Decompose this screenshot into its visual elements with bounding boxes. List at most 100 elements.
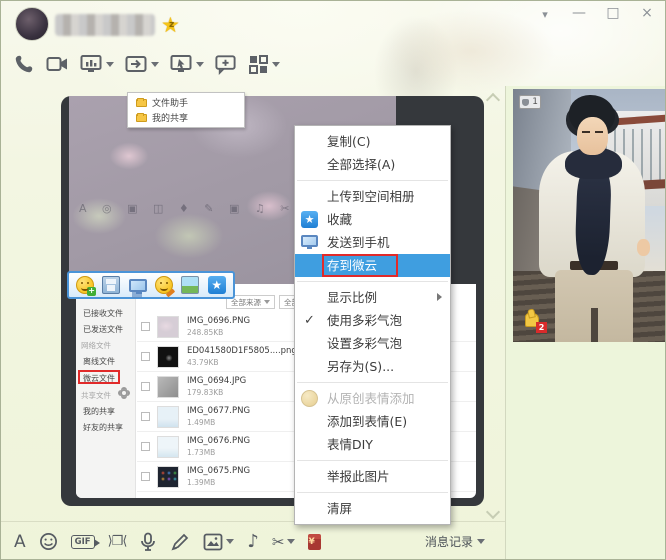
qq-show-character-image[interactable]: 1 2 xyxy=(513,89,665,342)
menu-separator xyxy=(297,180,448,181)
sidebar-header-share: 共享文件 xyxy=(81,391,111,400)
menu-item-save-as[interactable]: 另存为(S)... xyxy=(295,355,450,378)
like-count-badge: 2 xyxy=(536,322,547,333)
menu-item-copy[interactable]: 复制(C) xyxy=(295,130,450,153)
contact-name-censored xyxy=(55,14,155,36)
menu-item-report-image[interactable]: 举报此图片 xyxy=(295,465,450,488)
sidebar-item-offline: 离线文件 xyxy=(83,357,115,366)
file-thumbnail xyxy=(157,316,179,338)
menu-item-clear-screen[interactable]: 清屏 xyxy=(295,497,450,520)
file-thumbnail xyxy=(157,346,179,368)
send-to-phone-icon[interactable] xyxy=(128,279,147,294)
menu-item-use-colorful-bubble[interactable]: ✓ 使用多彩气泡 xyxy=(295,309,450,332)
vote-badge: 1 xyxy=(519,95,541,109)
history-dropdown xyxy=(477,539,485,544)
menu-item-select-all[interactable]: 全部选择(A) xyxy=(295,153,450,176)
file-name: IMG_0676.PNG xyxy=(187,436,251,446)
save-image-icon[interactable] xyxy=(102,276,121,294)
file-size: 1.39MB xyxy=(187,478,216,487)
menu-item-upload-qzone[interactable]: 上传到空间相册 xyxy=(295,185,450,208)
red-packet-icon[interactable]: ¥ xyxy=(308,533,322,550)
close-button[interactable]: × xyxy=(637,5,657,21)
contact-avatar[interactable] xyxy=(15,7,49,41)
screen-share-icon[interactable] xyxy=(79,53,114,75)
checkbox xyxy=(141,472,150,481)
file-size: 1.49MB xyxy=(187,418,216,427)
voice-message-icon[interactable] xyxy=(139,532,157,552)
scroll-down-icon[interactable] xyxy=(485,504,501,520)
screen-share-dropdown[interactable] xyxy=(106,61,114,67)
maximize-button[interactable]: □ xyxy=(603,5,623,21)
menu-separator xyxy=(297,460,448,461)
send-file-dropdown[interactable] xyxy=(151,61,159,67)
file-name: IMG_0677.PNG xyxy=(187,406,251,416)
emoticon-icon xyxy=(301,390,318,407)
folder-icon xyxy=(136,112,147,122)
music-icon[interactable]: ♪ xyxy=(247,531,259,552)
file-manager-sidebar: 已接收文件 已发送文件 网络文件 离线文件 微云文件 共享文件 我的共享 好友的… xyxy=(76,284,136,498)
menu-item-emoticon-diy[interactable]: 表情DIY xyxy=(295,433,450,456)
image-hover-toolbar: + ★ xyxy=(67,271,235,299)
inner-menu-label: 我的共享 xyxy=(152,114,189,124)
emoticon-diy-icon[interactable] xyxy=(155,276,176,298)
extract-picture-icon[interactable] xyxy=(181,276,200,294)
menu-item-save-to-weiyun[interactable]: 存到微云 xyxy=(295,254,450,277)
send-picture-icon[interactable] xyxy=(203,533,235,551)
font-style-icon[interactable]: A xyxy=(14,532,26,552)
sidebar-item-friend-share: 好友的共享 xyxy=(83,423,123,432)
menu-item-add-from-original-emoticon: 从原创表情添加 xyxy=(295,387,450,410)
checkmark-icon: ✓ xyxy=(304,313,315,328)
menu-item-set-colorful-bubble[interactable]: 设置多彩气泡 xyxy=(295,332,450,355)
vip-letter: z xyxy=(169,20,175,30)
checkbox xyxy=(141,412,150,421)
window-shake-icon[interactable]: ⟩❒⟨ xyxy=(108,534,128,549)
character-pants xyxy=(555,270,633,342)
sidebar-header-network: 网络文件 xyxy=(81,341,111,350)
file-size: 248.85KB xyxy=(187,328,224,337)
star-icon: ★ xyxy=(301,211,318,228)
file-thumbnail xyxy=(157,406,179,428)
screenshot-icon[interactable]: ✂ xyxy=(272,533,296,551)
inner-toolbar-icons: A ◎ ▣ ◫ ♦ ✎ ▣ ♫ ✂ ▥ xyxy=(79,202,322,215)
send-file-icon[interactable] xyxy=(124,53,159,75)
weiyun-menu-annotation-box xyxy=(322,254,398,277)
feature-toolbar xyxy=(13,53,280,75)
voice-call-icon[interactable] xyxy=(13,53,35,75)
message-history-button[interactable]: 消息记录 xyxy=(425,533,485,550)
submenu-arrow-icon xyxy=(437,293,442,301)
window-controls: ▾ — □ × xyxy=(535,5,657,21)
menu-item-add-to-emoticon[interactable]: 添加到表情(E) xyxy=(295,410,450,433)
screenshot-dropdown[interactable] xyxy=(287,539,296,544)
remote-desktop-dropdown[interactable] xyxy=(196,61,204,67)
character-hand xyxy=(637,239,650,256)
favorite-star-icon[interactable]: ★ xyxy=(207,276,226,294)
create-chat-icon[interactable] xyxy=(214,53,237,75)
file-thumbnail xyxy=(157,436,179,458)
menu-item-favorite[interactable]: ★ 收藏 xyxy=(295,208,450,231)
menu-item-zoom-ratio[interactable]: 显示比例 xyxy=(295,286,450,309)
monitor-icon xyxy=(301,235,318,249)
window-menu-button[interactable]: ▾ xyxy=(535,5,555,21)
file-size: 179.83KB xyxy=(187,388,224,397)
emoticon-icon[interactable] xyxy=(39,532,58,551)
character-face xyxy=(577,117,608,155)
handwriting-icon[interactable] xyxy=(170,532,190,552)
video-call-icon[interactable] xyxy=(45,53,69,75)
menu-item-send-to-phone[interactable]: 发送到手机 xyxy=(295,231,450,254)
apps-grid-dropdown[interactable] xyxy=(272,61,280,67)
apps-grid-icon[interactable] xyxy=(247,53,280,75)
gif-record-icon[interactable]: GIF xyxy=(70,534,100,549)
pencil-badge xyxy=(165,288,176,298)
inner-menu-item-file-assistant: 文件助手 xyxy=(128,95,244,110)
minimize-button[interactable]: — xyxy=(569,5,589,21)
scissors-glyph: ✂ xyxy=(271,532,285,551)
like-button[interactable]: 2 xyxy=(525,309,547,333)
picture-dropdown[interactable] xyxy=(226,539,235,544)
folder-icon xyxy=(136,97,147,107)
weiyun-annotation-box xyxy=(78,370,120,384)
remote-desktop-icon[interactable] xyxy=(169,53,204,75)
scroll-up-icon[interactable] xyxy=(485,92,501,108)
add-emoticon-icon[interactable]: + xyxy=(76,276,97,296)
file-size: 1.73MB xyxy=(187,448,216,457)
checkbox xyxy=(141,382,150,391)
